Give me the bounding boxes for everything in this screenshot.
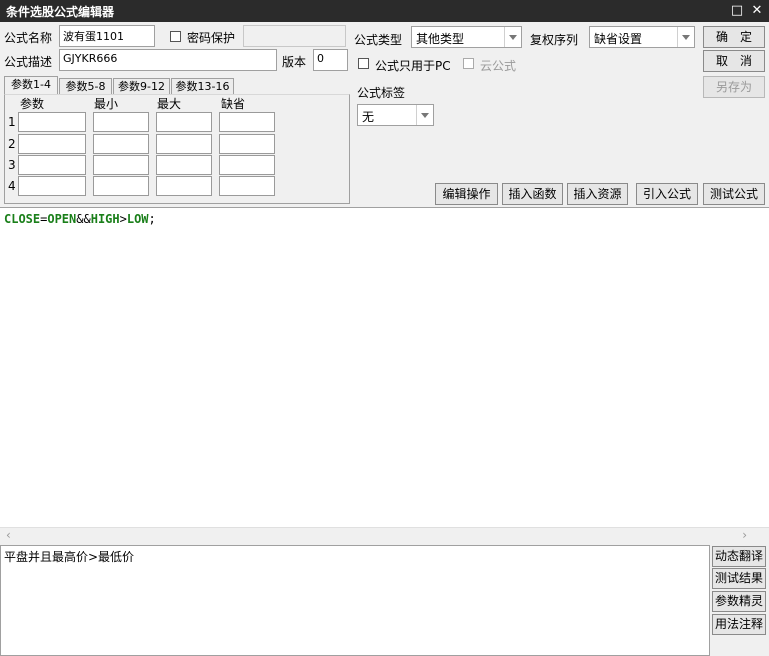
param-4-name-input[interactable] xyxy=(18,176,86,196)
param-header-default: 缺省 xyxy=(221,97,246,111)
edit-operations-button[interactable]: 编辑操作 xyxy=(435,183,498,205)
tag-select[interactable]: 无 xyxy=(357,104,434,126)
save-as-button[interactable]: 另存为 xyxy=(703,76,765,98)
formula-desc-label: 公式描述 xyxy=(4,55,53,69)
param-3-default-input[interactable] xyxy=(219,155,275,175)
pc-only-checkbox[interactable] xyxy=(358,58,369,69)
param-row-index: 2 xyxy=(8,137,16,151)
version-input[interactable]: 0 xyxy=(313,49,348,71)
formula-description-area[interactable]: 平盘并且最高价>最低价 xyxy=(0,545,710,656)
code-token: ; xyxy=(148,212,156,226)
param-4-max-input[interactable] xyxy=(156,176,212,196)
code-token: LOW xyxy=(126,212,149,226)
code-token: && xyxy=(76,212,91,226)
window-title: 条件选股公式编辑器 xyxy=(6,5,115,19)
description-text: 平盘并且最高价>最低价 xyxy=(4,550,135,564)
code-token: > xyxy=(119,212,127,226)
code-token: CLOSE xyxy=(4,212,41,226)
param-2-min-input[interactable] xyxy=(93,134,149,154)
dynamic-translate-button[interactable]: 动态翻译 xyxy=(712,546,766,567)
formula-code-editor[interactable]: CLOSE=OPEN&&HIGH>LOW; xyxy=(0,207,769,527)
test-formula-button[interactable]: 测试公式 xyxy=(703,183,765,205)
password-checkbox[interactable] xyxy=(170,31,181,42)
import-formula-button[interactable]: 引入公式 xyxy=(636,183,698,205)
tag-label: 公式标签 xyxy=(357,86,406,100)
horizontal-scrollbar[interactable]: ‹ › xyxy=(0,527,769,543)
usage-notes-button[interactable]: 用法注释 xyxy=(712,614,766,635)
code-line: CLOSE=OPEN&&HIGH>LOW; xyxy=(4,212,156,226)
tab-params-9-12[interactable]: 参数9-12 xyxy=(113,78,170,95)
formula-name-label: 公式名称 xyxy=(4,31,53,45)
scroll-left-icon[interactable]: ‹ xyxy=(6,528,11,542)
tab-params-5-8[interactable]: 参数5-8 xyxy=(59,78,112,95)
scroll-right-icon[interactable]: › xyxy=(742,528,747,542)
insert-function-button[interactable]: 插入函数 xyxy=(502,183,563,205)
param-2-default-input[interactable] xyxy=(219,134,275,154)
chevron-down-icon[interactable] xyxy=(416,105,433,125)
rights-select[interactable]: 缺省设置 xyxy=(589,26,695,48)
param-row-index: 1 xyxy=(8,115,16,129)
cancel-button[interactable]: 取 消 xyxy=(703,50,765,72)
version-label: 版本 xyxy=(282,55,307,69)
formula-type-label: 公式类型 xyxy=(354,33,403,47)
tag-value: 无 xyxy=(362,110,375,124)
code-token: HIGH xyxy=(90,212,120,226)
pc-only-label: 公式只用于PC xyxy=(375,59,451,73)
param-wizard-button[interactable]: 参数精灵 xyxy=(712,591,766,612)
param-3-max-input[interactable] xyxy=(156,155,212,175)
ok-button[interactable]: 确 定 xyxy=(703,26,765,48)
param-1-max-input[interactable] xyxy=(156,112,212,132)
cloud-checkbox[interactable] xyxy=(463,58,474,69)
param-row-index: 3 xyxy=(8,158,16,172)
param-header-min: 最小 xyxy=(94,97,119,111)
param-3-min-input[interactable] xyxy=(93,155,149,175)
param-4-default-input[interactable] xyxy=(219,176,275,196)
rights-value: 缺省设置 xyxy=(594,32,643,46)
param-header-name: 参数 xyxy=(20,97,45,111)
param-2-name-input[interactable] xyxy=(18,134,86,154)
param-4-min-input[interactable] xyxy=(93,176,149,196)
tab-params-1-4[interactable]: 参数1-4 xyxy=(4,76,58,94)
chevron-down-icon[interactable] xyxy=(504,27,521,47)
password-input[interactable] xyxy=(243,25,346,47)
formula-desc-input[interactable]: GJYKR666 xyxy=(59,49,277,71)
param-header-max: 最大 xyxy=(157,97,182,111)
param-1-default-input[interactable] xyxy=(219,112,275,132)
close-icon[interactable]: ✕ xyxy=(748,2,766,20)
code-token: OPEN xyxy=(47,212,77,226)
formula-type-value: 其他类型 xyxy=(416,32,465,46)
rights-label: 复权序列 xyxy=(530,33,579,47)
param-3-name-input[interactable] xyxy=(18,155,86,175)
password-label: 密码保护 xyxy=(187,31,236,45)
insert-resource-button[interactable]: 插入资源 xyxy=(567,183,628,205)
chevron-down-icon[interactable] xyxy=(677,27,694,47)
title-bar: 条件选股公式编辑器 □ ✕ xyxy=(0,0,769,22)
param-2-max-input[interactable] xyxy=(156,134,212,154)
tab-params-13-16[interactable]: 参数13-16 xyxy=(171,78,234,95)
formula-type-select[interactable]: 其他类型 xyxy=(411,26,522,48)
formula-name-input[interactable]: 波有蛋1101 xyxy=(59,25,155,47)
test-result-button[interactable]: 测试结果 xyxy=(712,568,766,589)
maximize-icon[interactable]: □ xyxy=(728,2,746,20)
param-1-name-input[interactable] xyxy=(18,112,86,132)
cloud-label: 云公式 xyxy=(480,59,517,73)
param-row-index: 4 xyxy=(8,179,16,193)
param-1-min-input[interactable] xyxy=(93,112,149,132)
